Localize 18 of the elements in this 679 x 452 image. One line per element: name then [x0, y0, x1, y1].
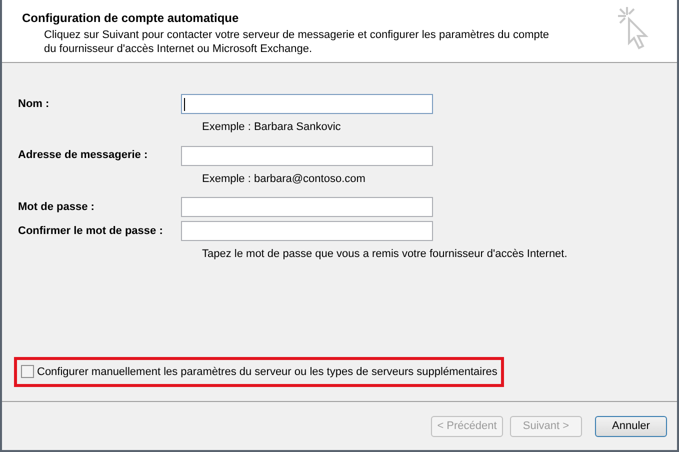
- field-label: Nom :: [18, 96, 50, 112]
- cursor-sparkle-icon: [615, 5, 649, 51]
- checkbox[interactable]: [21, 365, 34, 378]
- field-label: Mot de passe :: [18, 200, 96, 215]
- header-description: Cliquez sur Suivant pour contacter votre serveur de messagerie et configurer les paramètres du compte du fournisseur d'accès Internet ou Microsoft Exchange.: [44, 28, 550, 56]
- field-hint: Tapez le mot de passe que vous a remis votre fournisseur d'accès Internet.: [202, 247, 568, 262]
- field-hint: Exemple : barbara@contoso.com: [202, 172, 366, 186]
- field-hint: Exemple : Barbara Sankovic: [202, 120, 342, 135]
- text-field[interactable]: [181, 146, 433, 166]
- checkbox-label: Configurer manuellement les paramètres du serveur ou les types de serveurs supplémentaires: [37, 364, 498, 380]
- text-field[interactable]: [181, 197, 433, 217]
- field-label: Confirmer le mot de passe :: [18, 224, 164, 239]
- text-field[interactable]: [181, 221, 433, 241]
- text-field[interactable]: [181, 94, 433, 114]
- dialog-button[interactable]: Annuler: [595, 416, 667, 436]
- header-title: Configuration de compte automatique: [22, 10, 240, 27]
- text-caret: [184, 98, 185, 110]
- field-label: Adresse de messagerie :: [18, 148, 149, 164]
